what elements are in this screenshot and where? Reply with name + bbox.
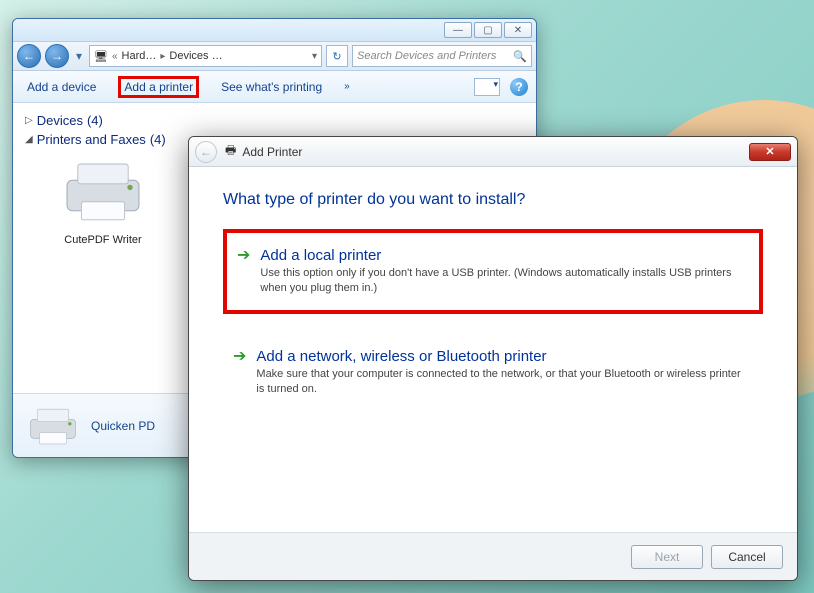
address-bar: ← → ▾ 🖥 « Hard… ▸ Devices … ▾ ↻ Search D… bbox=[13, 41, 536, 71]
close-button[interactable]: ✕ bbox=[504, 22, 532, 38]
nav-back-button[interactable]: ← bbox=[17, 44, 41, 68]
dialog-titlebar: ← 🖶 Add Printer ✕ bbox=[189, 137, 797, 167]
search-input[interactable]: Search Devices and Printers 🔍 bbox=[352, 45, 532, 67]
maximize-button[interactable]: ▢ bbox=[474, 22, 502, 38]
option-network-title: Add a network, wireless or Bluetooth pri… bbox=[256, 348, 749, 365]
dialog-body: What type of printer do you want to inst… bbox=[189, 167, 797, 532]
dialog-title: Add Printer bbox=[242, 145, 302, 159]
option-network-description: Make sure that your computer is connecte… bbox=[256, 367, 749, 397]
collapse-icon: ▷ bbox=[25, 115, 33, 126]
dialog-footer: Next Cancel bbox=[189, 532, 797, 580]
cancel-button[interactable]: Cancel bbox=[711, 545, 783, 569]
arrow-right-icon: ➔ bbox=[237, 247, 250, 265]
arrow-right-icon: ➔ bbox=[233, 348, 246, 366]
add-device-button[interactable]: Add a device bbox=[21, 76, 102, 98]
add-printer-button[interactable]: Add a printer bbox=[118, 76, 199, 98]
group-devices-count: (4) bbox=[87, 113, 103, 128]
nav-history-dropdown[interactable]: ▾ bbox=[73, 46, 85, 66]
group-printers-count: (4) bbox=[150, 132, 166, 147]
option-local-description: Use this option only if you don't have a… bbox=[260, 266, 745, 296]
view-options-dropdown[interactable] bbox=[474, 78, 500, 96]
printer-icon bbox=[58, 155, 148, 227]
expand-icon: ◢ bbox=[25, 134, 33, 145]
crumb-separator: ▸ bbox=[160, 51, 165, 62]
help-button[interactable]: ? bbox=[510, 78, 528, 96]
search-icon: 🔍 bbox=[513, 50, 527, 63]
option-add-local-printer[interactable]: ➔ Add a local printer Use this option on… bbox=[223, 229, 763, 314]
next-button[interactable]: Next bbox=[631, 545, 703, 569]
search-placeholder: Search Devices and Printers bbox=[357, 50, 496, 62]
option-local-title: Add a local printer bbox=[260, 247, 745, 264]
toolbar-overflow-button[interactable]: » bbox=[344, 81, 350, 92]
hardware-icon: 🖥 bbox=[94, 50, 108, 63]
crumb-devices[interactable]: Devices … bbox=[169, 50, 222, 62]
crumb-hardware[interactable]: Hard… bbox=[122, 50, 157, 62]
group-devices-header[interactable]: ▷ Devices (4) bbox=[25, 113, 524, 128]
see-whats-printing-button[interactable]: See what's printing bbox=[215, 76, 328, 98]
crumb-dropdown-icon[interactable]: ▾ bbox=[312, 51, 317, 62]
add-printer-dialog: ← 🖶 Add Printer ✕ What type of printer d… bbox=[188, 136, 798, 581]
dialog-question-heading: What type of printer do you want to inst… bbox=[223, 191, 763, 209]
refresh-button[interactable]: ↻ bbox=[326, 45, 348, 67]
nav-forward-button[interactable]: → bbox=[45, 44, 69, 68]
printer-icon bbox=[25, 403, 81, 449]
selected-device-name: Quicken PD bbox=[91, 419, 155, 433]
group-printers-label: Printers and Faxes bbox=[37, 132, 146, 147]
printer-item-label: CutePDF Writer bbox=[43, 234, 163, 246]
command-toolbar: Add a device Add a printer See what's pr… bbox=[13, 71, 536, 103]
dialog-back-button[interactable]: ← bbox=[195, 141, 217, 163]
dialog-close-button[interactable]: ✕ bbox=[749, 143, 791, 161]
crumb-prefix: « bbox=[112, 51, 118, 62]
printer-icon: 🖶 bbox=[225, 141, 236, 162]
printer-item-cutepdf[interactable]: CutePDF Writer bbox=[43, 155, 163, 246]
group-devices-label: Devices bbox=[37, 113, 83, 128]
breadcrumb[interactable]: 🖥 « Hard… ▸ Devices … ▾ bbox=[89, 45, 322, 67]
window-titlebar: — ▢ ✕ bbox=[13, 19, 536, 41]
minimize-button[interactable]: — bbox=[444, 22, 472, 38]
option-add-network-printer[interactable]: ➔ Add a network, wireless or Bluetooth p… bbox=[223, 334, 763, 411]
